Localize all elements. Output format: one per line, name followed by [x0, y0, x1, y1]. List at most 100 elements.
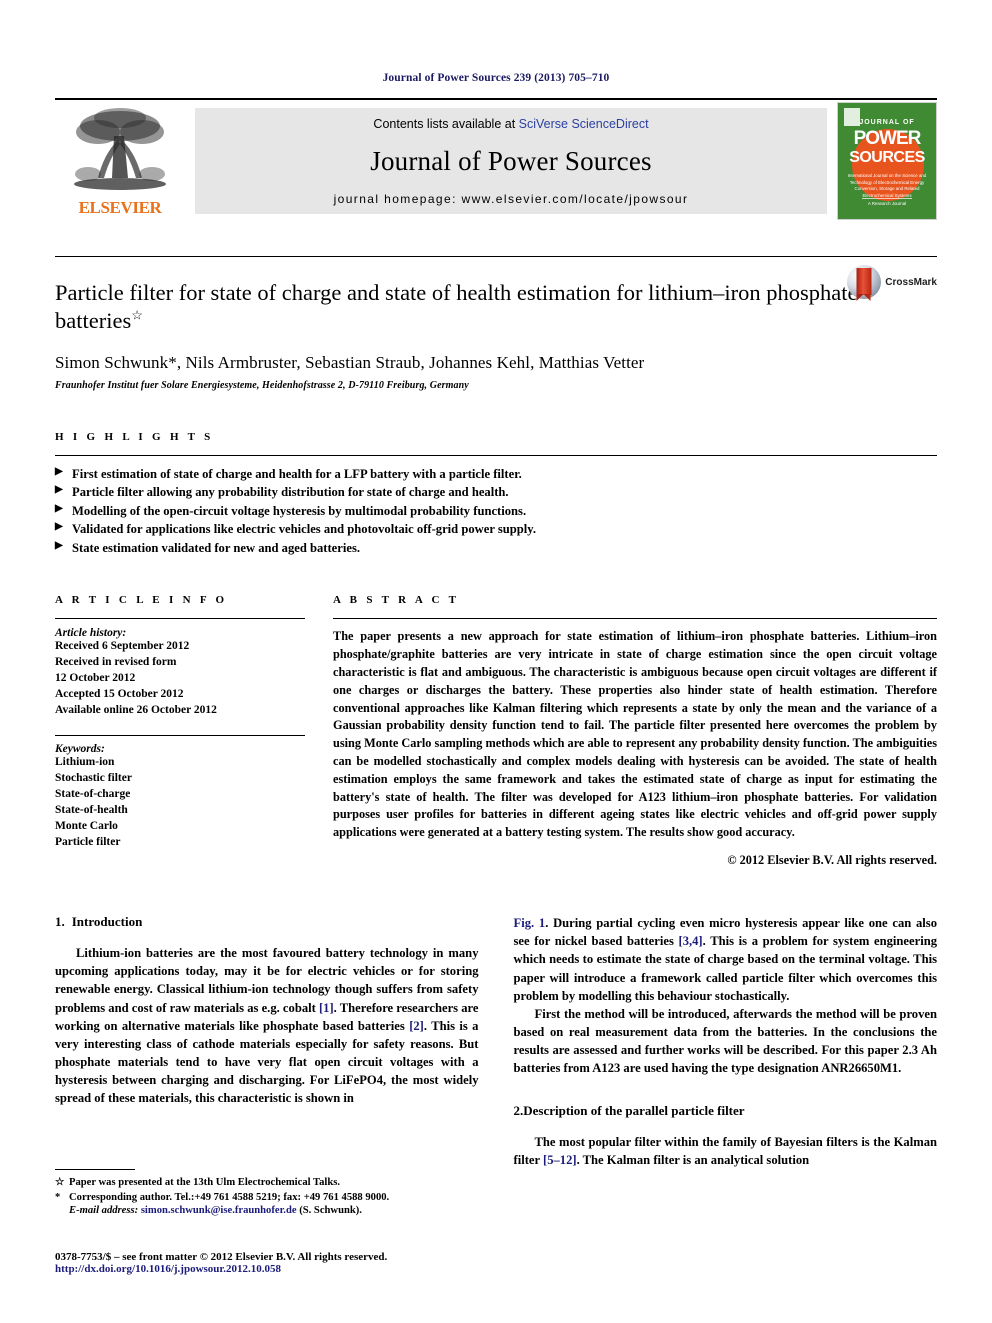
section-number: 2. [513, 1103, 524, 1119]
email-address-link[interactable]: simon.schwunk@ise.fraunhofer.de [141, 1205, 297, 1216]
article-info-divider [55, 618, 305, 620]
keyword-item: State-of-health [55, 804, 128, 817]
triangle-bullet-icon: ▶ [55, 484, 63, 496]
elsevier-wordmark: ELSEVIER [78, 198, 162, 217]
cover-subtitle: International Journal on the Science and… [847, 173, 927, 198]
footnote-text: Paper was presented at the 13th Ulm Elec… [69, 1176, 341, 1188]
intro-paragraph-2: First the method will be introduced, aft… [513, 1006, 938, 1076]
keyword-item: Particle filter [55, 835, 121, 848]
footnote-presentation: ☆ Paper was presented at the 13th Ulm Ele… [55, 1175, 475, 1190]
abstract-text: The paper presents a new approach for st… [333, 629, 937, 840]
journal-homepage[interactable]: journal homepage: www.elsevier.com/locat… [334, 192, 689, 206]
highlight-text: State estimation validated for new and a… [72, 540, 361, 555]
section-heading-description: 2.Description of the parallel particle f… [514, 1103, 938, 1119]
citation-ref-2[interactable]: [2] [409, 1019, 424, 1033]
crossmark-badge[interactable]: CrossMark [847, 265, 937, 301]
body-column-right: Fig. 1. During partial cycling even micr… [514, 914, 938, 1169]
history-item: Available online 26 October 2012 [55, 703, 217, 716]
cover-line1: POWER [853, 128, 922, 149]
section-title: Description of the parallel particle fil… [523, 1103, 745, 1119]
elsevier-tree-icon [74, 108, 166, 190]
contents-available-line: Contents lists available at SciVerse Sci… [373, 117, 648, 131]
crossmark-label: CrossMark [885, 276, 937, 288]
abstract-divider [333, 618, 937, 620]
cover-line2: SOURCES [849, 149, 925, 166]
sciencedirect-link[interactable]: SciVerse ScienceDirect [519, 117, 649, 131]
author-list: Simon Schwunk*, Nils Armbruster, Sebasti… [55, 352, 645, 372]
footnote-divider [55, 1168, 135, 1170]
keywords-label: Keywords: [55, 743, 105, 756]
title-block: CrossMark Particle filter for state of c… [55, 256, 937, 391]
list-item: ▶ Validated for applications like electri… [55, 520, 937, 539]
keyword-item: Stochastic filter [55, 772, 132, 785]
article-info-column: A R T I C L E I N F O Article history: R… [55, 594, 305, 868]
intro-paragraph-1-right: Fig. 1. During partial cycling even micr… [514, 914, 938, 1005]
footnote-email-line: E-mail address: simon.schwunk@ise.fraunh… [55, 1205, 475, 1216]
list-item: ▶ Modelling of the open-circuit voltage h… [55, 502, 937, 521]
cover-kicker: JOURNAL OF [859, 119, 915, 126]
history-item: 12 October 2012 [55, 671, 136, 684]
article-history-label: Article history: [55, 627, 127, 640]
intro-paragraph-1-left: Lithium-ion batteries are the most favou… [55, 944, 479, 1107]
triangle-bullet-icon: ▶ [55, 539, 63, 551]
asterisk-marker-icon: * [55, 1191, 61, 1203]
highlight-text: Particle filter allowing any probability… [72, 485, 509, 500]
triangle-bullet-icon: ▶ [55, 465, 63, 477]
masthead-center-panel: Contents lists available at SciVerse Sci… [195, 108, 827, 214]
body-columns: 1. Introduction Lithium-ion batteries are… [55, 914, 937, 1169]
info-abstract-row: A R T I C L E I N F O Article history: R… [55, 594, 937, 868]
history-item: Received 6 September 2012 [55, 640, 190, 653]
colophon-block: 0378-7753/$ – see front matter © 2012 El… [55, 1251, 485, 1275]
paper-page: Journal of Power Sources 239 (2013) 705–… [0, 0, 992, 1323]
doi-link[interactable]: http://dx.doi.org/10.1016/j.jpowsour.201… [55, 1263, 485, 1275]
affiliation: Fraunhofer Institut fuer Solare Energies… [55, 379, 469, 391]
abstract-copyright: © 2012 Elsevier B.V. All rights reserved… [727, 853, 937, 868]
highlights-section: H I G H L I G H T S ▶ First estimation of… [55, 431, 937, 558]
footnotes-block: ☆ Paper was presented at the 13th Ulm Ele… [55, 1168, 475, 1216]
highlight-text: Validated for applications like electric… [72, 522, 536, 537]
triangle-bullet-icon: ▶ [55, 521, 63, 533]
section2-paragraph-1: The most popular filter within the famil… [514, 1133, 938, 1169]
journal-cover-thumbnail: JOURNAL OF POWER SOURCES International J… [837, 102, 937, 220]
footnote-text: Corresponding author. Tel.:+49 761 4588 … [69, 1191, 390, 1203]
highlights-heading: H I G H L I G H T S [55, 430, 214, 443]
journal-masthead: ELSEVIER Contents lists available at Sci… [55, 98, 937, 222]
keywords-divider [55, 735, 305, 737]
page-title: Particle filter for state of charge and … [55, 279, 937, 336]
citation-ref-5-12[interactable]: [5–12] [543, 1153, 577, 1167]
section-title: Introduction [71, 914, 143, 930]
star-marker-icon: ☆ [55, 1176, 65, 1188]
journal-title: Journal of Power Sources [370, 146, 652, 176]
email-label: E-mail address: [69, 1205, 139, 1216]
title-text: Particle filter for state of charge and … [55, 280, 858, 334]
running-head: Journal of Power Sources 239 (2013) 705–… [382, 72, 610, 84]
history-item: Received in revised form [55, 656, 177, 669]
triangle-bullet-icon: ▶ [55, 502, 63, 514]
list-item: ▶ State estimation validated for new and … [55, 539, 937, 558]
section-heading-introduction: 1. Introduction [55, 914, 479, 930]
crossmark-icon [847, 265, 882, 301]
highlights-list: ▶ First estimation of state of charge and… [55, 456, 937, 558]
elsevier-logo: ELSEVIER [55, 100, 185, 222]
title-footnote-marker: ☆ [131, 307, 143, 323]
contents-prefix: Contents lists available at [373, 117, 519, 131]
highlight-text: Modelling of the open-circuit voltage hy… [72, 503, 527, 518]
abstract-heading: A B S T R A C T [333, 594, 460, 607]
citation-ref-3-4[interactable]: [3,4] [679, 934, 703, 948]
history-item: Accepted 15 October 2012 [55, 687, 184, 700]
cover-divider [862, 198, 912, 199]
email-suffix: (S. Schwunk). [296, 1205, 362, 1216]
issn-front-matter: 0378-7753/$ – see front matter © 2012 El… [55, 1251, 388, 1263]
keyword-item: Lithium-ion [55, 756, 115, 769]
footnote-corresponding-author: * Corresponding author. Tel.:+49 761 4588… [55, 1190, 475, 1205]
cover-footer: A Research Journal [867, 201, 907, 206]
list-item: ▶ First estimation of state of charge and… [55, 465, 937, 484]
para-text: . The Kalman filter is an analytical sol… [576, 1153, 810, 1168]
keyword-item: State-of-charge [55, 788, 131, 801]
highlight-text: First estimation of state of charge and … [72, 466, 522, 481]
list-item: ▶ Particle filter allowing any probabilit… [55, 483, 937, 502]
abstract-column: A B S T R A C T The paper presents a new… [333, 594, 937, 868]
figure-ref-1[interactable]: Fig. 1 [514, 916, 546, 930]
article-info-heading: A R T I C L E I N F O [55, 594, 228, 607]
citation-ref-1[interactable]: [1] [319, 1001, 334, 1015]
